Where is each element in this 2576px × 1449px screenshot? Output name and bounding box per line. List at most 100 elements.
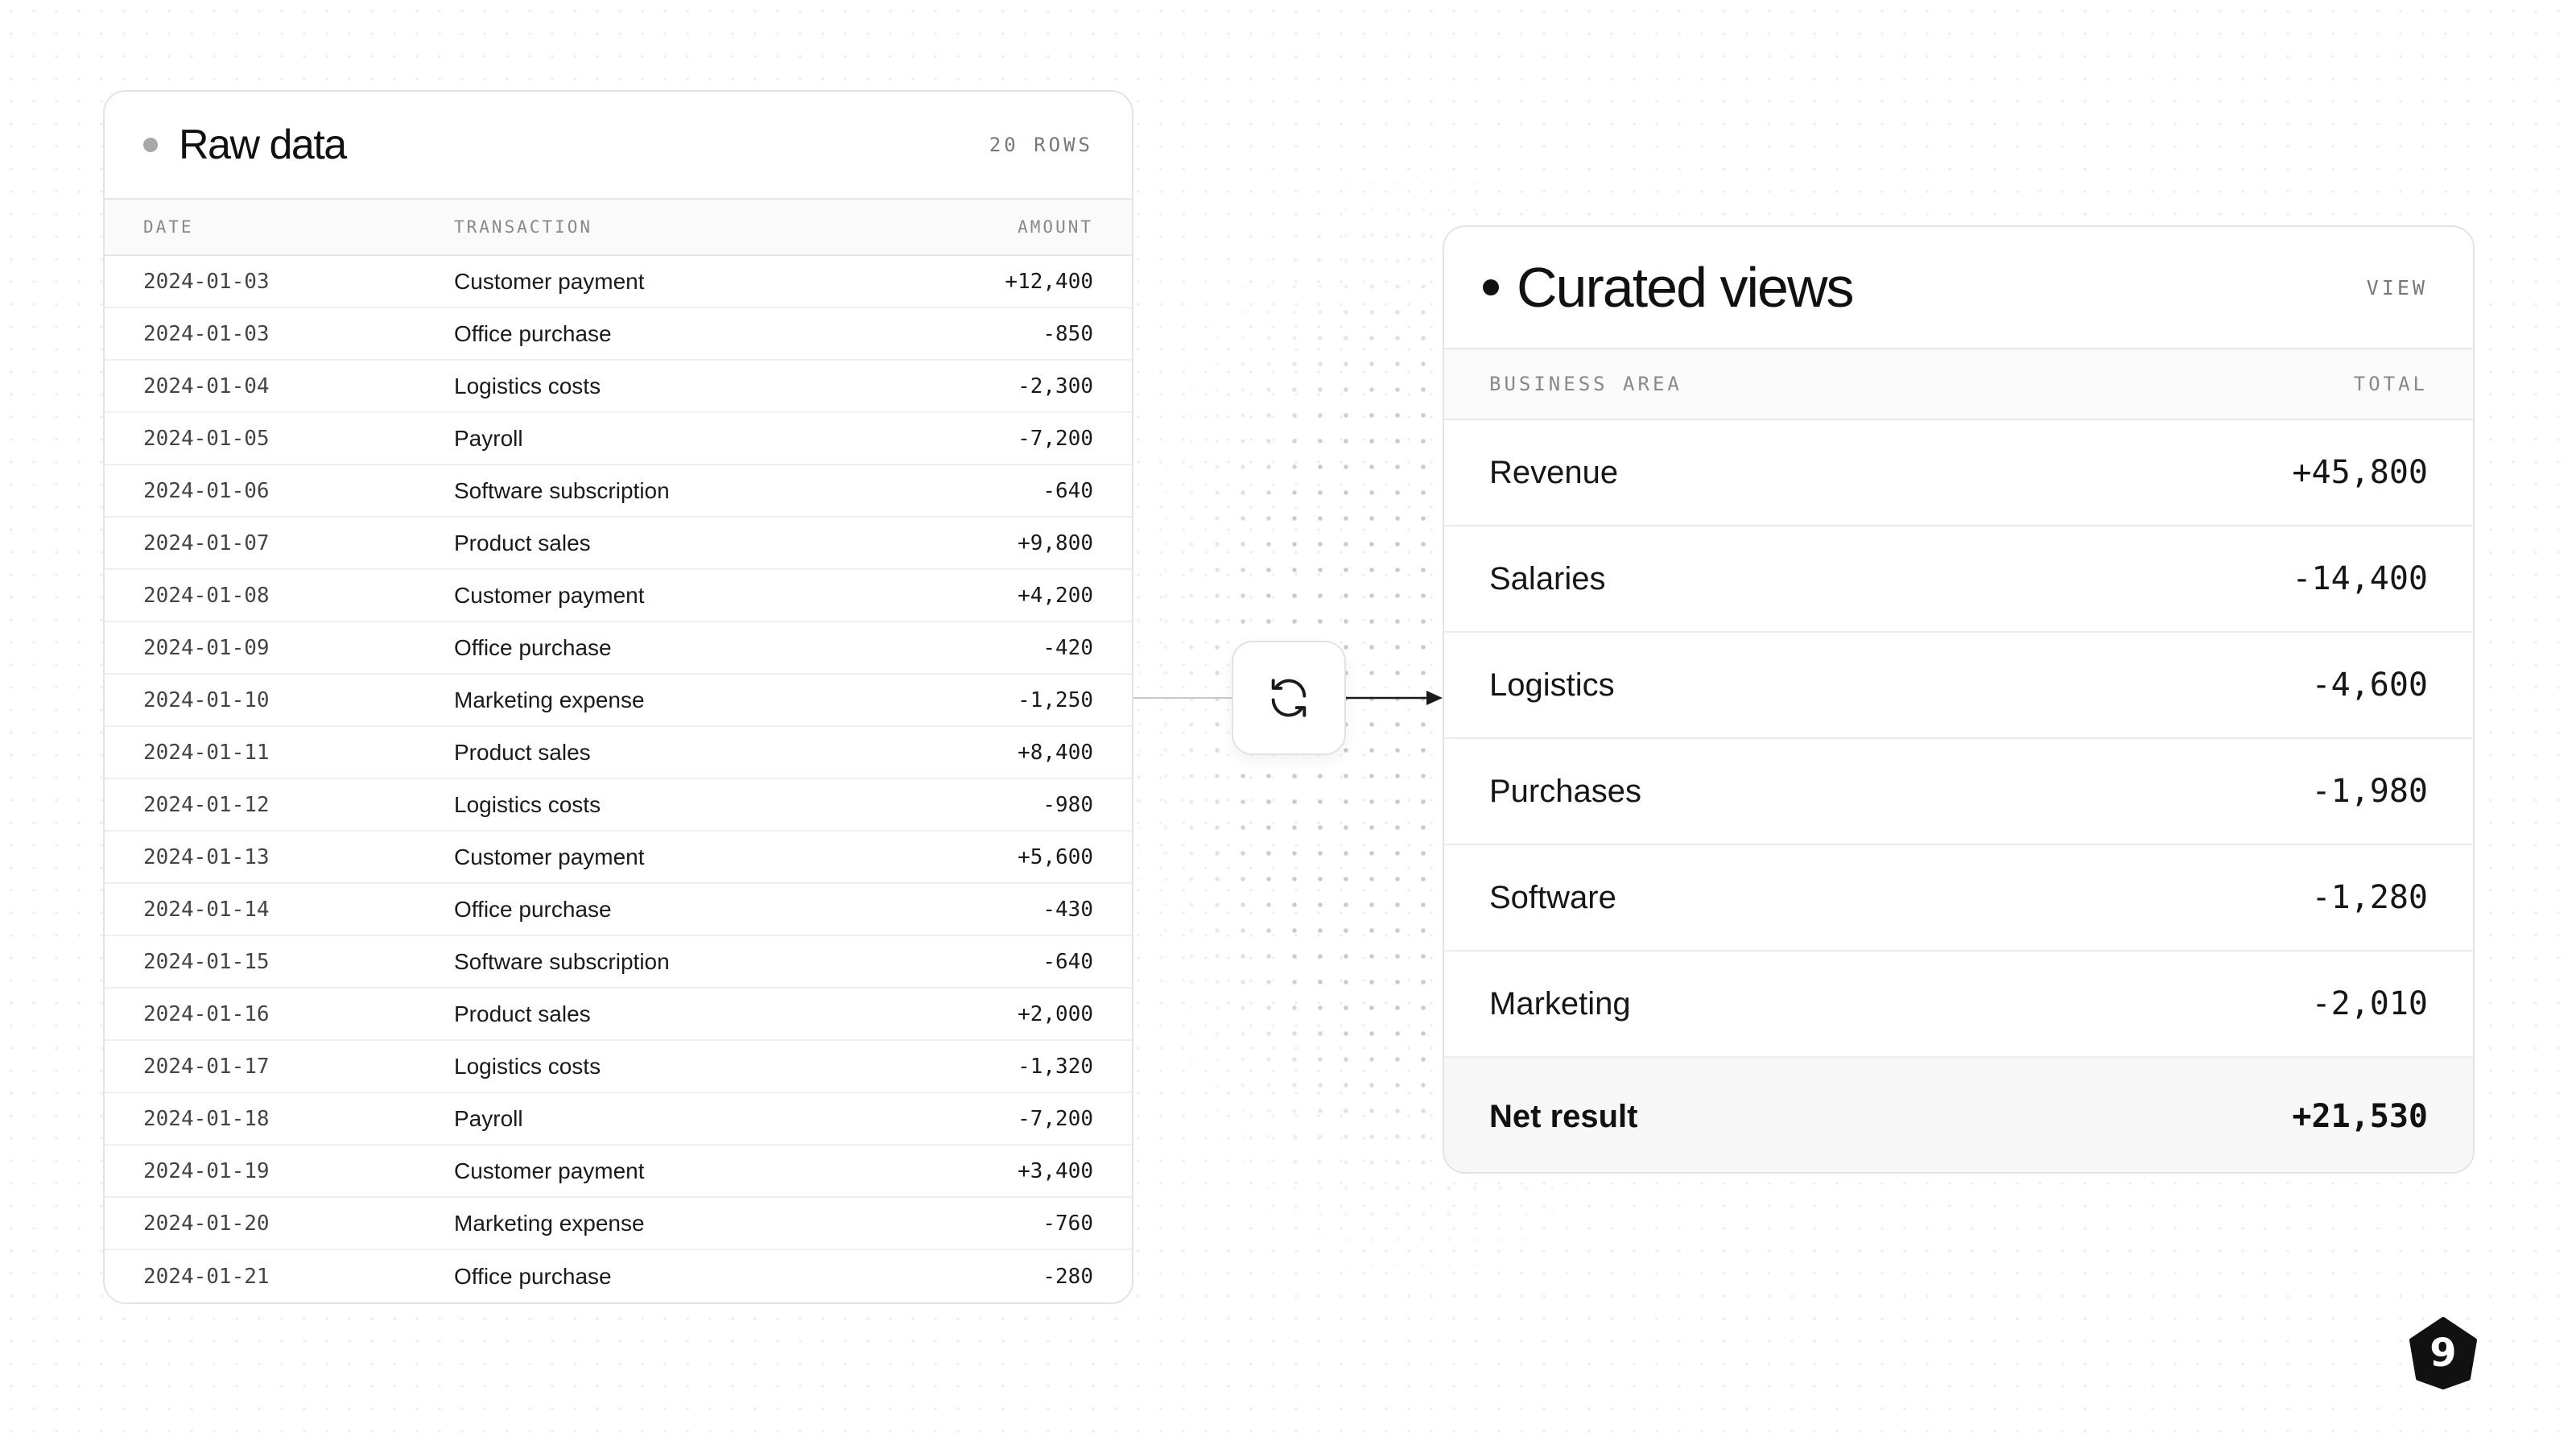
list-item: Salaries -14,400 [1444,526,2473,633]
business-area-total: -1,980 [2311,773,2429,810]
net-result-label: Net result [1489,1098,1638,1134]
cell-date: 2024-01-10 [143,687,270,712]
net-result-row: Net result +21,530 [1444,1058,2473,1172]
cell-transaction: Customer payment [454,1158,645,1183]
business-area-label: Software [1489,879,1616,915]
curated-column-header: BUSINESS AREA TOTAL [1444,349,2473,420]
cell-transaction: Office purchase [454,1263,612,1289]
business-area-label: Logistics [1489,667,1615,703]
cell-amount: +2,000 [1018,1001,1093,1026]
table-row: 2024-01-20 Marketing expense -760 [105,1198,1132,1250]
cell-transaction: Product sales [454,530,591,555]
business-area-total: -1,280 [2311,879,2429,916]
business-area-total: -14,400 [2292,560,2428,597]
table-row: 2024-01-21 Office purchase -280 [105,1250,1132,1302]
cell-amount: -280 [1042,1264,1093,1289]
cell-date: 2024-01-15 [143,949,270,974]
raw-data-column-header: DATE TRANSACTION AMOUNT [105,200,1132,256]
cell-transaction: Payroll [454,1105,523,1131]
cell-transaction: Software subscription [454,477,670,503]
table-row: 2024-01-18 Payroll -7,200 [105,1093,1132,1146]
cell-transaction: Payroll [454,425,523,451]
table-row: 2024-01-05 Payroll -7,200 [105,413,1132,465]
cell-date: 2024-01-05 [143,426,270,451]
cell-amount: -430 [1042,897,1093,922]
connector-line [1133,697,1233,699]
cell-date: 2024-01-06 [143,478,270,503]
table-row: 2024-01-13 Customer payment +5,600 [105,832,1132,884]
status-dot-icon [1483,279,1499,295]
business-area-total: -2,010 [2311,985,2429,1022]
list-item: Purchases -1,980 [1444,739,2473,845]
cell-transaction: Product sales [454,739,591,765]
cell-amount: -850 [1042,321,1093,346]
cell-date: 2024-01-20 [143,1211,270,1236]
row-count-badge: 20 ROWS [989,134,1093,156]
transform-button[interactable] [1232,641,1346,755]
cell-transaction: Marketing expense [454,1210,645,1236]
curated-views-header: Curated views VIEW [1444,227,2473,349]
table-row: 2024-01-03 Customer payment +12,400 [105,256,1132,308]
cell-transaction: Office purchase [454,896,612,922]
cell-date: 2024-01-08 [143,583,270,608]
cell-transaction: Marketing expense [454,687,645,712]
cell-transaction: Customer payment [454,268,645,294]
cell-date: 2024-01-18 [143,1106,270,1131]
column-header-transaction: TRANSACTION [454,217,593,237]
business-area-label: Salaries [1489,560,1606,597]
cell-amount: +3,400 [1018,1158,1093,1183]
curated-rows: Revenue +45,800 Salaries -14,400 Logistics -4… [1444,420,2473,1058]
cell-transaction: Office purchase [454,320,612,346]
business-area-total: -4,600 [2311,667,2429,704]
table-row: 2024-01-11 Product sales +8,400 [105,727,1132,779]
cell-transaction: Logistics costs [454,373,601,398]
cell-transaction: Logistics costs [454,1053,601,1079]
cell-amount: +12,400 [1005,269,1093,294]
table-row: 2024-01-15 Software subscription -640 [105,936,1132,989]
cell-transaction: Product sales [454,1001,591,1026]
table-row: 2024-01-17 Logistics costs -1,320 [105,1041,1132,1093]
cell-date: 2024-01-11 [143,740,270,765]
cell-date: 2024-01-19 [143,1158,270,1183]
cell-transaction: Software subscription [454,948,670,974]
cell-amount: -640 [1042,949,1093,974]
business-area-label: Revenue [1489,454,1619,490]
table-row: 2024-01-04 Logistics costs -2,300 [105,361,1132,413]
cell-amount: -1,320 [1018,1054,1093,1079]
cell-date: 2024-01-03 [143,269,270,294]
connector-arrow-icon [1346,691,1443,705]
cell-date: 2024-01-03 [143,321,270,346]
cell-amount: -420 [1042,635,1093,660]
table-row: 2024-01-12 Logistics costs -980 [105,779,1132,832]
table-row: 2024-01-08 Customer payment +4,200 [105,570,1132,622]
table-row: 2024-01-14 Office purchase -430 [105,884,1132,936]
business-area-label: Purchases [1489,773,1641,809]
business-area-label: Marketing [1489,985,1631,1022]
view-badge: VIEW [2366,275,2428,299]
list-item: Software -1,280 [1444,845,2473,952]
brand-logo-glyph: 9 [2429,1331,2456,1376]
cell-amount: +5,600 [1018,844,1093,869]
table-row: 2024-01-06 Software subscription -640 [105,465,1132,518]
raw-data-rows: 2024-01-03 Customer payment +12,400 2024-01… [105,256,1132,1302]
cell-amount: +9,800 [1018,530,1093,555]
list-item: Logistics -4,600 [1444,633,2473,739]
raw-data-header: Raw data 20 ROWS [105,92,1132,200]
cell-amount: -640 [1042,478,1093,503]
cell-amount: -1,250 [1018,687,1093,712]
column-header-total: TOTAL [2353,373,2428,395]
cell-amount: +8,400 [1018,740,1093,765]
list-item: Marketing -2,010 [1444,952,2473,1058]
table-row: 2024-01-03 Office purchase -850 [105,308,1132,361]
curated-views-panel: Curated views VIEW BUSINESS AREA TOTAL R… [1443,225,2475,1174]
cell-date: 2024-01-14 [143,897,270,922]
list-item: Revenue +45,800 [1444,420,2473,526]
net-result-total: +21,530 [2292,1098,2428,1135]
cell-amount: -760 [1042,1211,1093,1236]
cell-transaction: Customer payment [454,582,645,608]
column-header-business-area: BUSINESS AREA [1489,373,1682,395]
cell-transaction: Customer payment [454,844,645,869]
cell-transaction: Office purchase [454,634,612,660]
table-row: 2024-01-10 Marketing expense -1,250 [105,675,1132,727]
cell-date: 2024-01-07 [143,530,270,555]
